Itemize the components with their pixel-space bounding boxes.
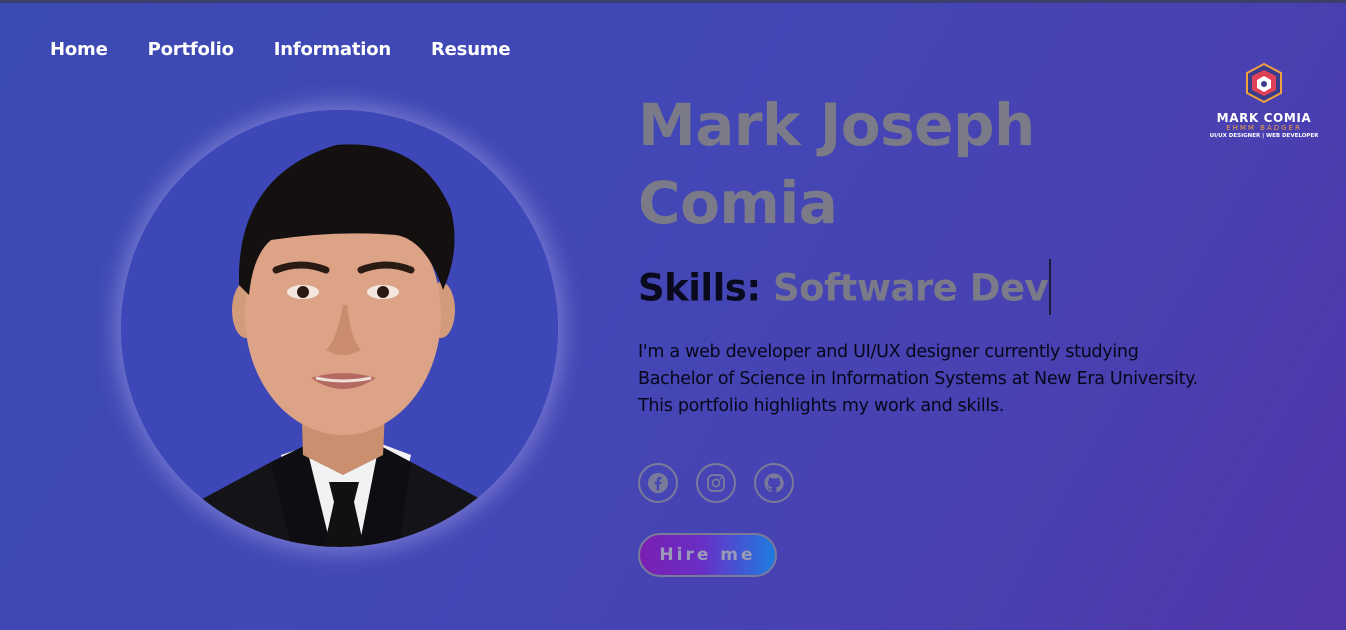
skills-line: Skills: Software Dev [638, 259, 1052, 318]
github-icon [764, 473, 784, 493]
bio-line: This portfolio highlights my work and sk… [638, 396, 1005, 416]
top-border [0, 0, 1346, 3]
nav-home[interactable]: Home [50, 39, 108, 60]
main-nav: Home Portfolio Information Resume [50, 39, 511, 60]
nav-resume[interactable]: Resume [431, 39, 511, 60]
skills-typed-value: Software Dev [773, 266, 1049, 310]
hero-name-line2: Comia [638, 169, 838, 237]
brand-hexagon-icon [1246, 62, 1282, 104]
skills-label: Skills: [638, 266, 761, 310]
logo-title: MARK COMIA [1216, 111, 1312, 125]
bio-line: I'm a web developer and UI/UX designer c… [638, 342, 1139, 362]
hire-me-button[interactable]: Hire me [638, 533, 777, 577]
nav-portfolio[interactable]: Portfolio [148, 39, 234, 60]
hero-name-line1: Mark Joseph [638, 91, 1035, 159]
hero-name: Mark Joseph Comia [638, 86, 1158, 242]
bio-line: Bachelor of Science in Information Syste… [638, 369, 1198, 389]
profile-portrait-illustration [121, 110, 558, 547]
instagram-icon [707, 474, 725, 492]
brand-logo: MARK COMIA EHMM BADGER UI/UX DESIGNER | … [1205, 62, 1323, 139]
logo-tagline: UI/UX DESIGNER | WEB DEVELOPER [1209, 133, 1319, 139]
instagram-link[interactable] [696, 463, 736, 503]
bio-paragraph: I'm a web developer and UI/UX designer c… [638, 339, 1238, 420]
typing-cursor [1049, 259, 1052, 315]
github-link[interactable] [754, 463, 794, 503]
facebook-link[interactable] [638, 463, 678, 503]
nav-information[interactable]: Information [274, 39, 391, 60]
profile-photo [121, 110, 558, 547]
facebook-icon [647, 472, 669, 494]
social-links [638, 463, 794, 503]
logo-subtitle: EHMM BADGER [1226, 124, 1302, 132]
